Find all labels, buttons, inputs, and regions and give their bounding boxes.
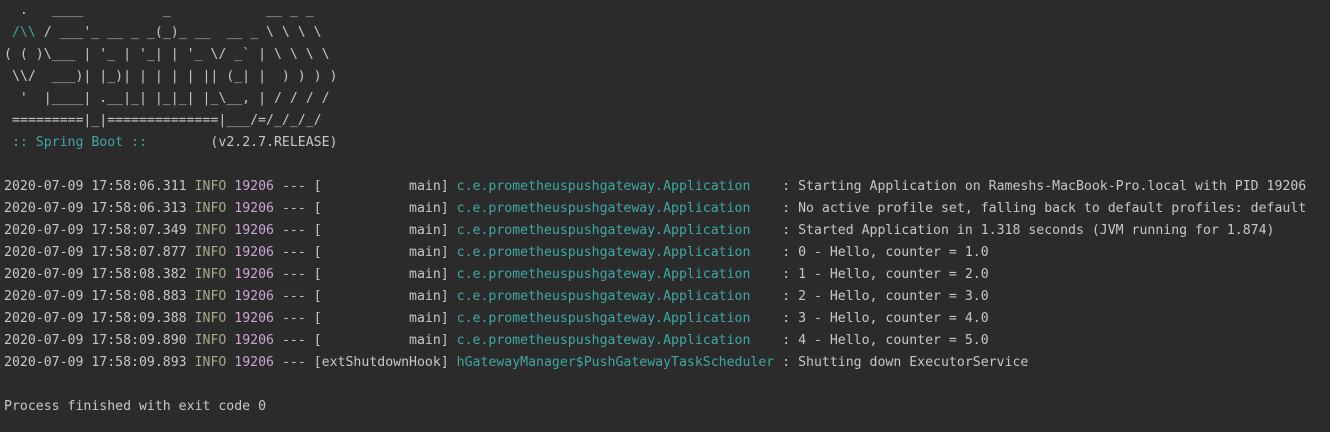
log-timestamp: 2020-07-09 17:58:09.893 [4, 355, 187, 370]
log-logger: c.e.prometheuspushgateway.Application [456, 223, 775, 238]
log-thread: main [321, 201, 441, 216]
log-timestamp: 2020-07-09 17:58:06.313 [4, 201, 187, 216]
console-output: . ____ _ __ _ _ /\\ / ___'_ __ _ _(_)_ _… [4, 0, 1330, 432]
log-thread: main [321, 311, 441, 326]
log-level: INFO [194, 311, 227, 326]
log-pid: 19206 [234, 201, 274, 216]
log-logger: c.e.prometheuspushgateway.Application [456, 311, 775, 326]
banner-line: ( ( )\___ | '_ | '_| | '_ \/ _` | \ \ \ … [4, 47, 330, 62]
log-pid: 19206 [234, 179, 274, 194]
log-level: INFO [194, 289, 227, 304]
log-line: 2020-07-09 17:58:07.877 INFO 19206 --- [… [4, 245, 989, 260]
log-timestamp: 2020-07-09 17:58:08.382 [4, 267, 187, 282]
log-separator: --- [281, 223, 306, 238]
log-pid: 19206 [234, 289, 274, 304]
log-timestamp: 2020-07-09 17:58:08.883 [4, 289, 187, 304]
log-separator: --- [281, 289, 306, 304]
banner-line-rest: / ___'_ __ _ _(_)_ __ __ _ \ \ \ \ [35, 25, 322, 40]
banner-line: \\/ ___)| |_)| | | | | || (_| | ) ) ) ) [4, 69, 338, 84]
log-logger: c.e.prometheuspushgateway.Application [456, 267, 775, 282]
log-message: : 0 - Hello, counter = 1.0 [782, 245, 989, 260]
log-logger: hGatewayManager$PushGatewayTaskScheduler [456, 355, 775, 370]
log-logger: c.e.prometheuspushgateway.Application [456, 289, 775, 304]
log-timestamp: 2020-07-09 17:58:06.311 [4, 179, 187, 194]
log-line: 2020-07-09 17:58:09.890 INFO 19206 --- [… [4, 333, 989, 348]
log-line: 2020-07-09 17:58:06.313 INFO 19206 --- [… [4, 201, 1307, 216]
banner-line: =========|_|==============|___/=/_/_/_/ [4, 113, 322, 128]
log-message: : 3 - Hello, counter = 4.0 [782, 311, 989, 326]
log-line: 2020-07-09 17:58:08.883 INFO 19206 --- [… [4, 289, 989, 304]
banner-line: /\\ / ___'_ __ _ _(_)_ __ __ _ \ \ \ \ [4, 22, 1330, 44]
log-thread: main [321, 245, 441, 260]
log-message: : 2 - Hello, counter = 3.0 [782, 289, 989, 304]
log-message: : 1 - Hello, counter = 2.0 [782, 267, 989, 282]
log-separator: --- [281, 355, 306, 370]
spring-boot-banner: :: Spring Boot :: (v2.2.7.RELEASE) [4, 132, 1330, 154]
log-logger: c.e.prometheuspushgateway.Application [456, 201, 775, 216]
log-pid: 19206 [234, 223, 274, 238]
banner-line: . ____ _ __ _ _ [4, 3, 314, 18]
log-message: : 4 - Hello, counter = 5.0 [782, 333, 989, 348]
log-logger: c.e.prometheuspushgateway.Application [456, 245, 775, 260]
log-message: : Shutting down ExecutorService [782, 355, 1029, 370]
log-separator: --- [281, 245, 306, 260]
log-level: INFO [194, 245, 227, 260]
log-line: 2020-07-09 17:58:06.311 INFO 19206 --- [… [4, 179, 1307, 194]
log-pid: 19206 [234, 311, 274, 326]
log-level: INFO [194, 179, 227, 194]
log-timestamp: 2020-07-09 17:58:07.877 [4, 245, 187, 260]
log-timestamp: 2020-07-09 17:58:07.349 [4, 223, 187, 238]
log-list: 2020-07-09 17:58:06.311 INFO 19206 --- [… [4, 176, 1330, 374]
log-thread: main [321, 333, 441, 348]
log-line: 2020-07-09 17:58:08.382 INFO 19206 --- [… [4, 267, 989, 282]
log-pid: 19206 [234, 333, 274, 348]
log-thread: extShutdownHook [321, 355, 441, 370]
log-separator: --- [281, 333, 306, 348]
log-pid: 19206 [234, 267, 274, 282]
process-exit-message: Process finished with exit code 0 [4, 399, 267, 414]
log-line: 2020-07-09 17:58:09.388 INFO 19206 --- [… [4, 311, 989, 326]
log-separator: --- [281, 267, 306, 282]
log-separator: --- [281, 179, 306, 194]
log-pid: 19206 [234, 355, 274, 370]
log-level: INFO [194, 201, 227, 216]
log-separator: --- [281, 311, 306, 326]
spring-boot-version: (v2.2.7.RELEASE) [154, 135, 338, 150]
log-timestamp: 2020-07-09 17:58:09.388 [4, 311, 187, 326]
spring-boot-label: :: Spring Boot :: [4, 135, 155, 150]
banner-line: ' |____| .__|_| |_|_| |_\__, | / / / / [4, 91, 330, 106]
log-level: INFO [194, 355, 227, 370]
log-thread: main [321, 179, 441, 194]
log-level: INFO [194, 333, 227, 348]
log-timestamp: 2020-07-09 17:58:09.890 [4, 333, 187, 348]
log-message: : Started Application in 1.318 seconds (… [782, 223, 1275, 238]
log-separator: --- [281, 201, 306, 216]
log-line: 2020-07-09 17:58:09.893 INFO 19206 --- [… [4, 355, 1029, 370]
log-thread: main [321, 223, 441, 238]
log-thread: main [321, 267, 441, 282]
log-logger: c.e.prometheuspushgateway.Application [456, 179, 775, 194]
log-line: 2020-07-09 17:58:07.349 INFO 19206 --- [… [4, 223, 1275, 238]
log-thread: main [321, 289, 441, 304]
banner-accent: /\\ [11, 25, 36, 40]
log-level: INFO [194, 223, 227, 238]
log-logger: c.e.prometheuspushgateway.Application [456, 333, 775, 348]
log-message: : No active profile set, falling back to… [782, 201, 1307, 216]
log-level: INFO [194, 267, 227, 282]
log-pid: 19206 [234, 245, 274, 260]
log-message: : Starting Application on Rameshs-MacBoo… [782, 179, 1307, 194]
